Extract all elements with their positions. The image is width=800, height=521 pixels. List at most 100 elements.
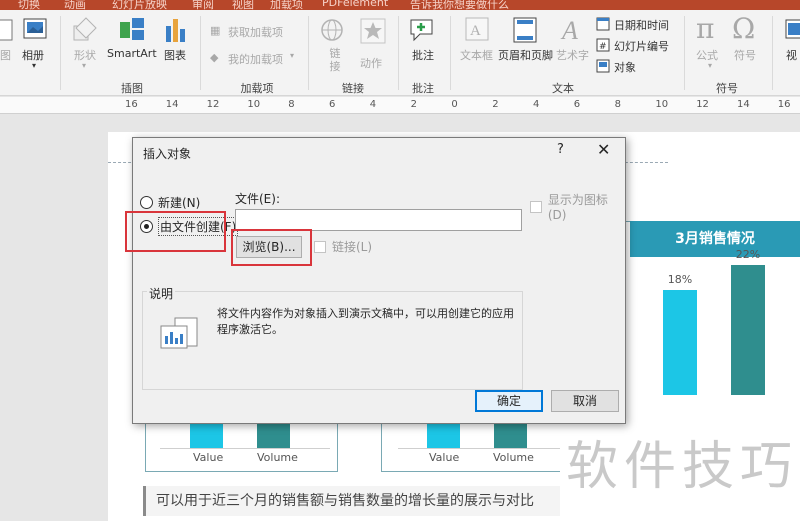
bar-value — [427, 424, 460, 448]
header-footer-button[interactable]: 页眉和页脚 — [498, 47, 553, 63]
axis-label-volume: Volume — [257, 451, 298, 464]
video-icon — [785, 19, 800, 39]
tab-addins[interactable]: 加载项 — [270, 0, 303, 10]
axis-line — [398, 448, 568, 449]
chart-button[interactable]: 图表 — [164, 47, 186, 63]
group-separator — [60, 16, 61, 90]
pictures-icon — [0, 19, 13, 41]
tab-review[interactable]: 审阅 — [192, 0, 214, 10]
bar-volume — [257, 424, 290, 448]
axis-label-volume: Volume — [493, 451, 534, 464]
tell-me-search[interactable]: 告诉我你想要做什么 — [410, 0, 509, 10]
ruler-number: 16 — [125, 99, 138, 110]
group-separator — [308, 16, 309, 90]
shapes-dropdown-icon[interactable]: ▾ — [82, 61, 86, 70]
axis-label-value: Value — [429, 451, 460, 464]
group-separator — [450, 16, 451, 90]
svg-text:#: # — [599, 42, 607, 52]
my-addins-button[interactable]: 我的加载项 — [228, 51, 283, 67]
get-addins-button[interactable]: 获取加载项 — [228, 24, 283, 40]
date-time-button[interactable]: 日期和时间 — [614, 17, 669, 33]
chart-icon — [166, 19, 185, 42]
my-addins-dropdown-icon[interactable]: ▾ — [290, 51, 294, 60]
link-checkbox-label: 链接(L) — [332, 240, 373, 254]
my-addins-icon: ◆ — [210, 51, 219, 64]
group-label-links: 链接 — [342, 82, 364, 95]
slide-number-button[interactable]: 幻灯片编号 — [614, 38, 669, 54]
chart-data-label: 22% — [735, 247, 761, 261]
slide-footnote[interactable]: 可以用于近三个月的销售额与销售数量的增长量的展示与对比 — [143, 486, 573, 516]
object-icon — [596, 59, 610, 73]
action-star-icon — [360, 18, 386, 44]
action-button[interactable]: 动作 — [360, 55, 382, 71]
symbol-button[interactable]: 符号 — [734, 47, 756, 63]
radio-new[interactable] — [140, 196, 153, 209]
ruler-number: 16 — [777, 99, 791, 110]
group-separator — [772, 16, 773, 90]
symbol-omega-icon: Ω — [732, 12, 756, 45]
album-dropdown-icon[interactable]: ▾ — [32, 61, 36, 70]
group-label-comments: 批注 — [412, 82, 434, 95]
textbox-icon: A — [465, 17, 489, 41]
radio-new-row[interactable]: 新建(N) — [140, 194, 200, 211]
watermark-text: 软件技巧 — [566, 437, 799, 497]
new-comment-icon — [410, 19, 433, 42]
ruler-number: 0 — [451, 99, 458, 110]
smartart-icon — [120, 18, 144, 40]
pictures-button[interactable]: 图 — [0, 47, 11, 63]
file-path-input[interactable] — [235, 209, 522, 231]
group-label-symbols: 符号 — [716, 82, 738, 95]
display-as-icon-row[interactable]: 显示为图标(D) — [530, 191, 625, 222]
tab-transitions[interactable]: 切换 — [18, 0, 40, 10]
slide-number-icon: # — [596, 38, 610, 52]
chart-banner-title: 3月销售情况 — [630, 221, 800, 257]
display-as-icon-checkbox[interactable] — [530, 200, 542, 213]
video-button[interactable]: 视 — [786, 47, 797, 63]
axis-line — [160, 448, 330, 449]
group-separator — [398, 16, 399, 90]
axis-label-value: Value — [193, 451, 224, 464]
ruler-number: 10 — [655, 99, 669, 110]
bar-volume — [494, 424, 527, 448]
store-icon: ▦ — [210, 24, 221, 37]
dialog-title: 插入对象 — [143, 147, 192, 161]
link-checkbox[interactable] — [314, 240, 326, 253]
radio-new-label: 新建(N) — [158, 196, 201, 210]
equation-dropdown-icon[interactable]: ▾ — [708, 61, 712, 70]
tab-pdfelement[interactable]: PDFelement — [322, 0, 388, 9]
globe-link-icon — [321, 19, 343, 41]
svg-text:A: A — [470, 23, 481, 39]
chart-data-label: 18% — [667, 272, 693, 286]
ok-button[interactable]: 确定 — [475, 390, 543, 412]
close-button[interactable]: ✕ — [597, 140, 610, 159]
tab-view[interactable]: 视图 — [232, 0, 254, 10]
ruler-number: 12 — [206, 99, 220, 110]
link-checkbox-row[interactable]: 链接(L) — [314, 238, 372, 255]
ruler-number: 10 — [247, 99, 261, 110]
group-label-text: 文本 — [552, 82, 574, 95]
smartart-button[interactable]: SmartArt — [107, 47, 157, 60]
link-button[interactable]: 链接 — [328, 47, 342, 73]
wordart-button[interactable]: 艺术字 — [556, 47, 589, 63]
group-label-addins: 加载项 — [240, 82, 274, 95]
ruler-number: 6 — [573, 99, 581, 110]
comment-button[interactable]: 批注 — [412, 47, 434, 63]
description-title: 说明 — [147, 285, 176, 302]
textbox-button[interactable]: 文本框 — [460, 47, 493, 63]
insert-object-dialog: 插入对象 ? ✕ 新建(N) 由文件创建(F) 文件(E): 浏览(B)... … — [132, 137, 626, 424]
tab-slideshow[interactable]: 幻灯片放映 — [112, 0, 167, 10]
cancel-button[interactable]: 取消 — [551, 390, 619, 412]
help-button[interactable]: ? — [557, 142, 564, 157]
ruler-number: 2 — [410, 99, 417, 110]
ruler-number: 14 — [737, 99, 750, 110]
highlight-from-file-option — [125, 211, 226, 252]
ruler-number: 4 — [533, 99, 540, 110]
tab-animations[interactable]: 动画 — [64, 0, 86, 10]
equation-button[interactable]: 公式 — [696, 47, 718, 63]
file-label: 文件(E): — [235, 192, 280, 206]
equation-pi-icon: π — [696, 12, 715, 45]
photo-album-icon — [23, 18, 47, 39]
horizontal-ruler: 16 14 12 10 8 6 4 2 0 2 4 6 8 10 12 14 16 — [0, 97, 800, 114]
object-button[interactable]: 对象 — [614, 59, 636, 75]
ribbon: 图 相册 ▾ 形状 ▾ SmartArt 图表 插图 ▦ 获取加载项 ◆ 我的加… — [0, 10, 800, 96]
